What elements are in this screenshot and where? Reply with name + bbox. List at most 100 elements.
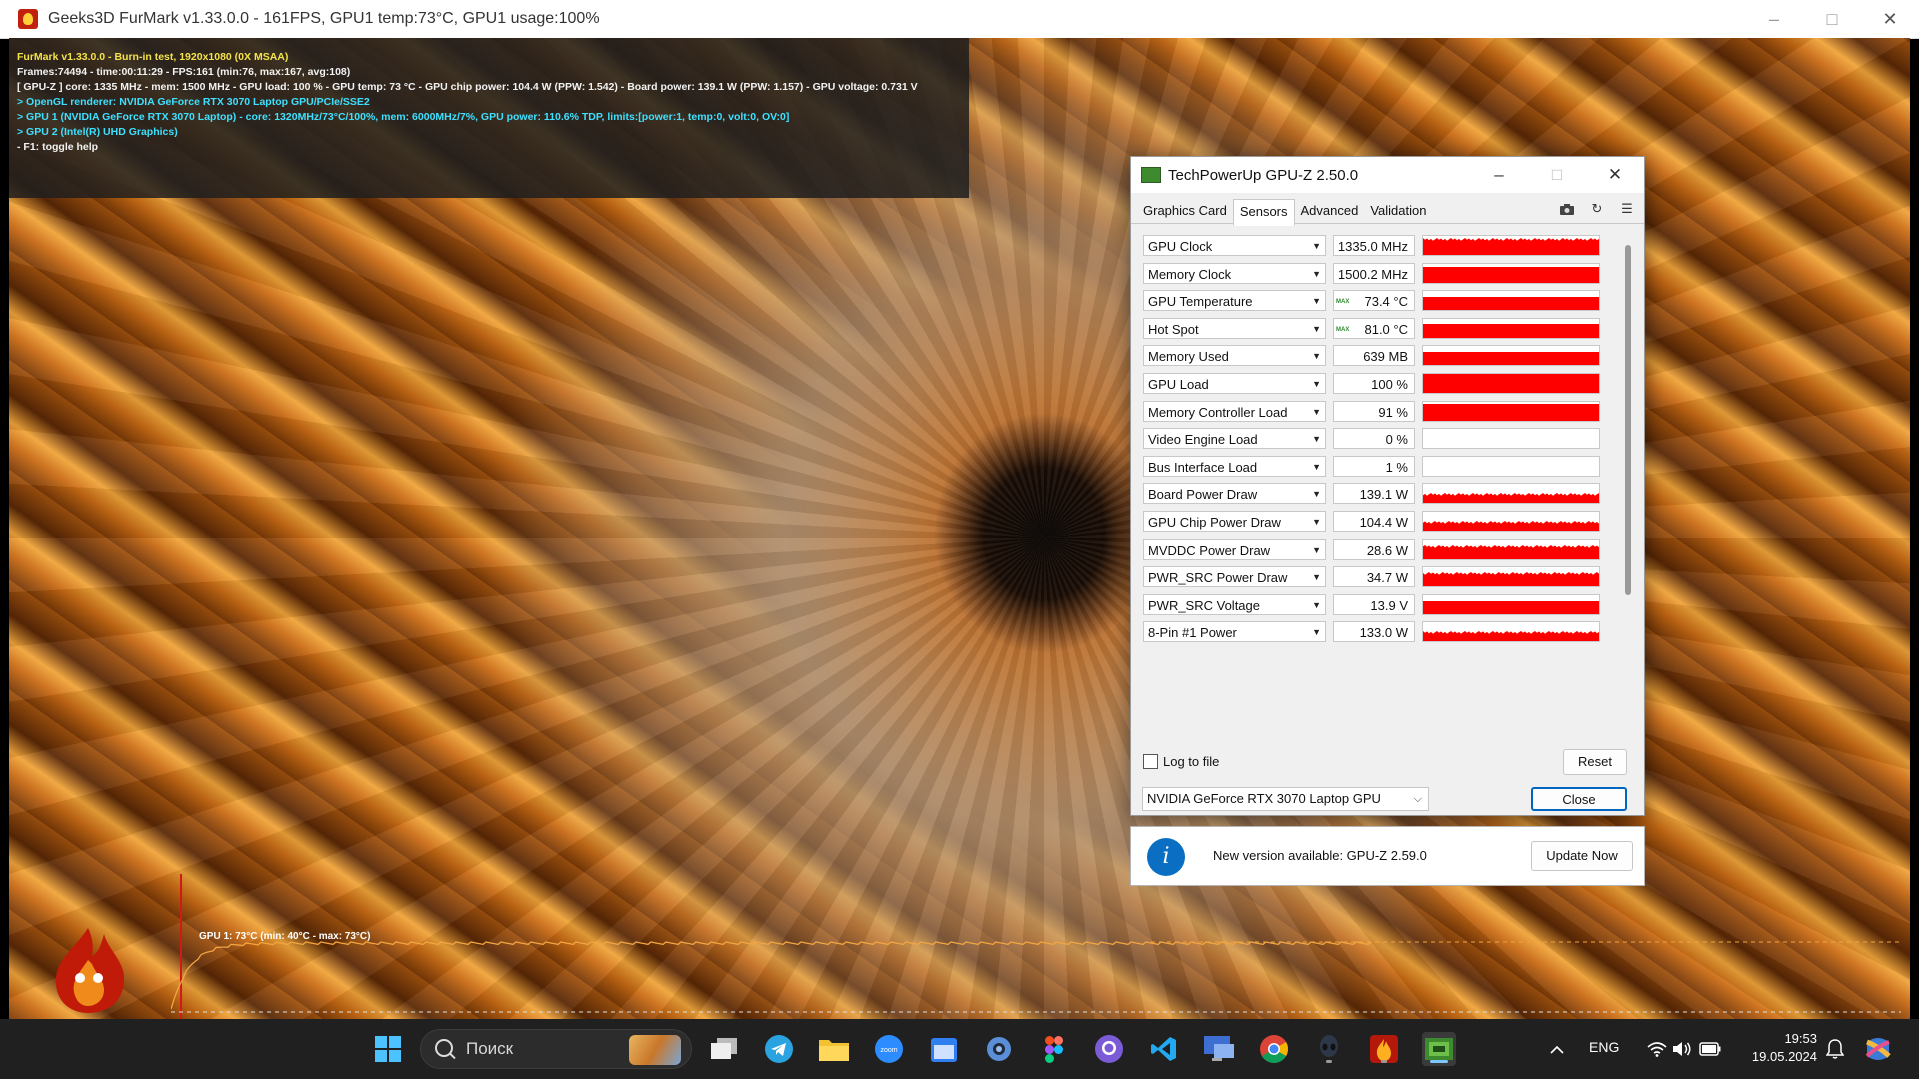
tab-sensors[interactable]: Sensors — [1232, 199, 1295, 226]
sensor-name-dropdown[interactable]: Memory Clock ▼ — [1143, 262, 1326, 284]
close-icon[interactable]: ✕ — [1586, 157, 1644, 193]
sensor-value: 100 % — [1333, 373, 1415, 394]
minimize-icon[interactable]: – — [1745, 0, 1803, 38]
sensor-value: 34.7 W — [1333, 566, 1415, 588]
tab-validation[interactable]: Validation — [1364, 199, 1432, 223]
sensor-name-dropdown[interactable]: GPU Temperature ▼ — [1143, 290, 1326, 312]
chevron-down-icon: ▼ — [1312, 544, 1321, 555]
sensor-row: GPU Load ▼ 100 % — [1141, 370, 1616, 398]
sensor-graph — [1422, 511, 1600, 532]
sensor-graph — [1422, 290, 1600, 312]
sensor-value: 28.6 W — [1333, 538, 1415, 560]
sensor-name-dropdown[interactable]: Memory Used ▼ — [1143, 345, 1326, 367]
sensor-value: 639 MB — [1333, 345, 1415, 367]
file-explorer-icon[interactable] — [817, 1032, 851, 1066]
github-icon[interactable] — [1092, 1032, 1126, 1066]
furmark-title: Geeks3D FurMark v1.33.0.0 - 161FPS, GPU1… — [48, 10, 600, 27]
furmark-titlebar[interactable]: Geeks3D FurMark v1.33.0.0 - 161FPS, GPU1… — [0, 0, 1919, 39]
furmark-app-icon — [18, 9, 38, 29]
maximize-icon[interactable]: □ — [1803, 0, 1861, 38]
sensor-value-text: 1335.0 MHz — [1337, 239, 1408, 254]
tab-advanced[interactable]: Advanced — [1295, 199, 1365, 223]
sensor-scrollbar[interactable] — [1625, 245, 1631, 743]
sensor-name: Memory Clock — [1148, 266, 1232, 282]
close-icon[interactable]: ✕ — [1861, 0, 1919, 38]
sensor-name-dropdown[interactable]: Bus Interface Load ▼ — [1143, 455, 1326, 477]
svg-text:zoom: zoom — [880, 1047, 897, 1054]
sensor-name-dropdown[interactable]: MVDDC Power Draw ▼ — [1143, 538, 1326, 560]
search-icon — [435, 1039, 453, 1057]
sensor-value-text: 13.9 V — [1370, 597, 1408, 613]
sensor-value-text: 91 % — [1378, 404, 1408, 420]
sensor-name-dropdown[interactable]: GPU Load ▼ — [1143, 373, 1326, 394]
settings-icon[interactable] — [982, 1032, 1016, 1066]
furmark-logo-icon — [55, 928, 125, 1013]
log-to-file-checkbox[interactable]: Log to file — [1143, 754, 1219, 769]
sensor-name-dropdown[interactable]: GPU Chip Power Draw ▼ — [1143, 511, 1326, 532]
hud-line: > GPU 1 (NVIDIA GeForce RTX 3070 Laptop)… — [17, 111, 790, 123]
copilot-icon[interactable] — [1861, 1032, 1895, 1066]
tab-graphics-card[interactable]: Graphics Card — [1137, 199, 1233, 223]
remote-desktop-icon[interactable] — [1202, 1032, 1236, 1066]
update-now-button[interactable]: Update Now — [1531, 841, 1633, 871]
reset-button[interactable]: Reset — [1563, 749, 1627, 775]
sensor-name-dropdown[interactable]: Hot Spot ▼ — [1143, 317, 1326, 339]
sensor-name-dropdown[interactable]: Board Power Draw ▼ — [1143, 483, 1326, 505]
sensor-name-dropdown[interactable]: 8-Pin #1 Power ▼ — [1143, 621, 1326, 643]
sensor-graph — [1422, 262, 1600, 284]
gpuz-window: TechPowerUp GPU-Z 2.50.0 – □ ✕ Graphics … — [1130, 156, 1645, 816]
camera-icon[interactable] — [1558, 201, 1576, 217]
sensor-name: Video Engine Load — [1148, 432, 1258, 448]
sensor-name: GPU Load — [1148, 377, 1209, 392]
gpuz-titlebar[interactable]: TechPowerUp GPU-Z 2.50.0 – □ ✕ — [1131, 157, 1644, 193]
log-to-file-label: Log to file — [1163, 754, 1220, 769]
hud-line: > OpenGL renderer: NVIDIA GeForce RTX 30… — [17, 96, 370, 108]
sensor-graph-fill — [1423, 238, 1599, 255]
start-icon[interactable] — [371, 1032, 405, 1066]
chevron-down-icon: ▼ — [1312, 599, 1321, 610]
sensor-value-text: 639 MB — [1363, 349, 1408, 365]
alien-app-icon[interactable] — [1312, 1032, 1346, 1066]
scrollbar-thumb[interactable] — [1625, 245, 1631, 595]
sensor-name: GPU Chip Power Draw — [1148, 515, 1281, 530]
gpu-select-dropdown[interactable]: NVIDIA GeForce RTX 3070 Laptop GPU ⌵ — [1142, 787, 1429, 811]
sensor-name-dropdown[interactable]: GPU Clock ▼ — [1143, 235, 1326, 256]
calendar-icon[interactable] — [927, 1032, 961, 1066]
task-view-icon[interactable] — [707, 1032, 741, 1066]
sensor-value-text: 28.6 W — [1366, 542, 1408, 558]
battery-icon[interactable] — [1693, 1032, 1727, 1066]
chrome-icon[interactable] — [1257, 1032, 1291, 1066]
sensor-graph-fill — [1423, 266, 1599, 283]
sensor-name-dropdown[interactable]: PWR_SRC Power Draw ▼ — [1143, 566, 1326, 588]
sensor-name-dropdown[interactable]: Memory Controller Load ▼ — [1143, 400, 1326, 422]
update-notification: i New version available: GPU-Z 2.59.0 Up… — [1130, 826, 1645, 886]
sensor-row: 8-Pin #1 Power ▼ 133.0 W — [1141, 618, 1616, 646]
zoom-icon[interactable]: zoom — [872, 1032, 906, 1066]
sensor-graph-fill — [1423, 374, 1599, 393]
close-button[interactable]: Close — [1531, 787, 1627, 811]
figma-icon[interactable] — [1037, 1032, 1071, 1066]
vscode-icon[interactable] — [1147, 1032, 1181, 1066]
minimize-icon[interactable]: – — [1470, 157, 1528, 193]
telegram-icon[interactable] — [762, 1032, 796, 1066]
sensor-value-text: 73.4 °C — [1364, 294, 1408, 310]
gpuz-taskbar-icon[interactable] — [1422, 1032, 1456, 1066]
maximize-icon[interactable]: □ — [1528, 157, 1586, 193]
search-box[interactable]: Поиск — [420, 1029, 692, 1069]
notification-bell-icon[interactable] — [1818, 1032, 1852, 1066]
chevron-down-icon: ▼ — [1312, 296, 1321, 307]
gpuz-app-icon — [1141, 167, 1161, 183]
search-highlight-image — [629, 1035, 681, 1065]
system-clock[interactable]: 19:53 19.05.2024 — [1752, 1030, 1817, 1066]
sensor-graph-fill — [1423, 297, 1599, 311]
checkbox-box[interactable] — [1143, 754, 1158, 769]
chevron-up-icon[interactable] — [1540, 1032, 1574, 1066]
language-indicator[interactable]: ENG — [1589, 1039, 1619, 1055]
sensor-name-dropdown[interactable]: PWR_SRC Voltage ▼ — [1143, 593, 1326, 615]
sensor-value: 1 % — [1333, 455, 1415, 477]
menu-icon[interactable]: ☰ — [1618, 201, 1636, 217]
update-message: New version available: GPU-Z 2.59.0 — [1213, 848, 1427, 863]
furmark-taskbar-icon[interactable] — [1367, 1032, 1401, 1066]
refresh-icon[interactable]: ↻ — [1588, 201, 1606, 217]
sensor-name-dropdown[interactable]: Video Engine Load ▼ — [1143, 428, 1326, 450]
